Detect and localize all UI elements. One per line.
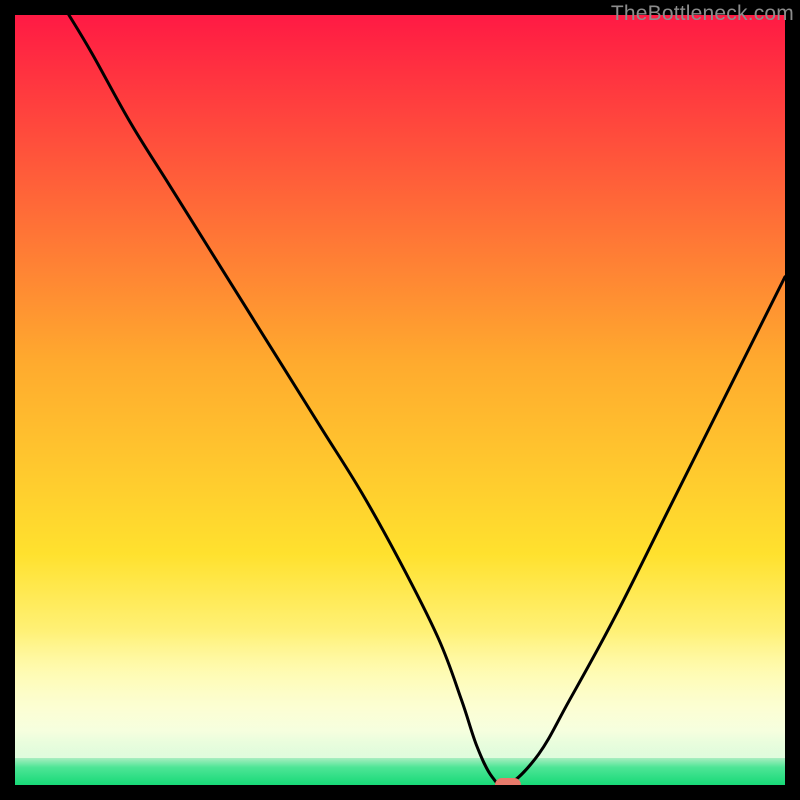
chart-line [15,15,785,785]
plot-area [15,15,785,785]
minimum-marker [495,778,521,785]
watermark-text: TheBottleneck.com [611,2,794,26]
chart-frame [15,15,785,785]
